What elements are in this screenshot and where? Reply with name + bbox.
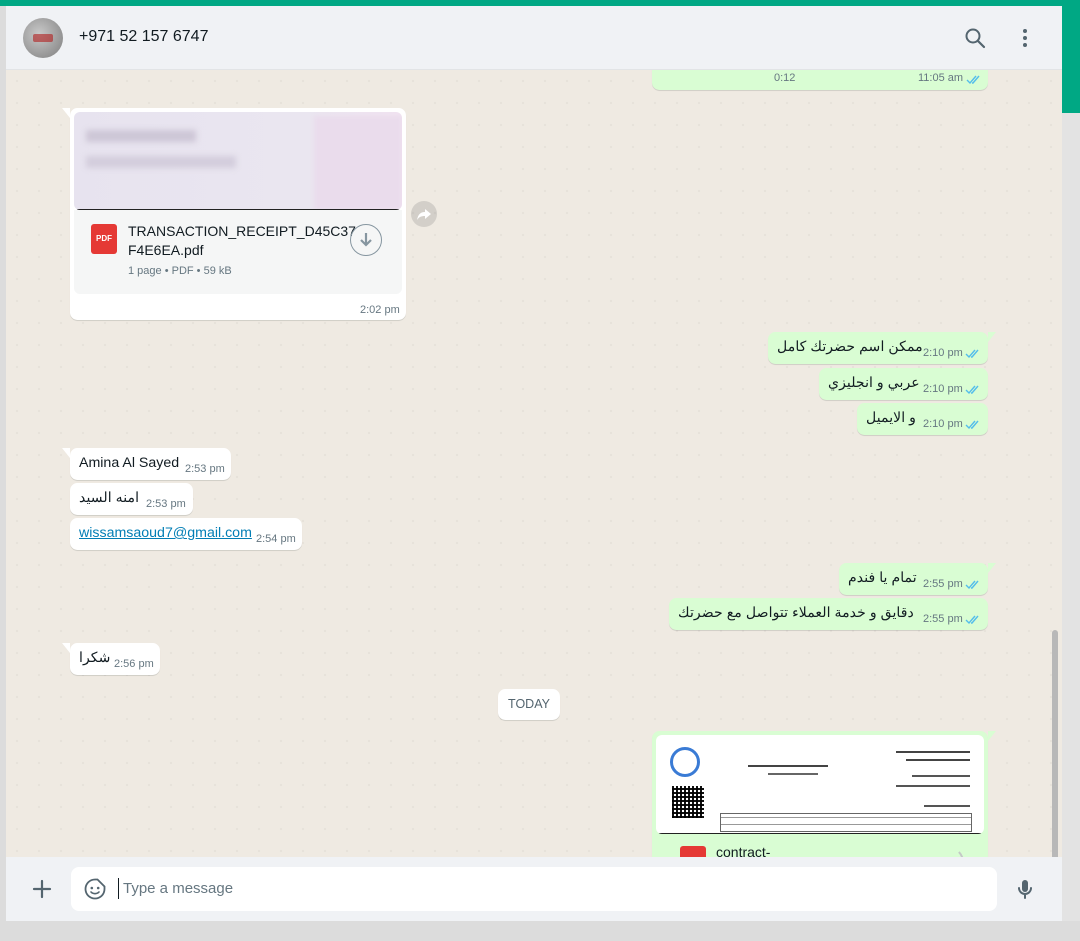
sticker-emoji-icon[interactable]: [83, 877, 107, 901]
plus-icon[interactable]: [30, 877, 54, 901]
bubble-tail: [988, 563, 996, 573]
blurred-block: [314, 116, 402, 210]
doc-line: [748, 765, 828, 767]
chat-header: +971 52 157 6747: [6, 6, 1062, 70]
kebab-menu-icon[interactable]: [1013, 26, 1037, 50]
scrollbar[interactable]: [1052, 630, 1058, 857]
message-time: 2:10 pm: [923, 383, 963, 395]
email-link[interactable]: wissamsaoud7@gmail.com: [79, 525, 252, 541]
message-time: 2:53 pm: [185, 463, 225, 475]
doc-line: [924, 805, 970, 807]
avatar[interactable]: [23, 18, 63, 58]
incoming-message[interactable]: Amina Al Sayed 2:53 pm: [62, 448, 231, 480]
incoming-message[interactable]: امنه السيد 2:53 pm: [70, 483, 193, 515]
message-time: 2:54 pm: [256, 533, 296, 545]
divider: [656, 833, 984, 834]
blurred-text: [86, 130, 196, 142]
message-text: و الايميل: [866, 410, 917, 426]
document-info[interactable]: PDF TRANSACTION_RECEIPT_D45C37 F4E6EA.pd…: [74, 210, 402, 294]
bubble-tail: [988, 731, 996, 741]
forward-icon[interactable]: [411, 201, 437, 227]
search-icon[interactable]: [963, 26, 987, 50]
read-ticks-icon: [965, 615, 979, 625]
message-placeholder: Type a message: [123, 880, 234, 897]
document-message-bubble[interactable]: PDF TRANSACTION_RECEIPT_D45C37 F4E6EA.pd…: [62, 108, 406, 320]
doc-line: [896, 785, 970, 787]
incoming-message[interactable]: wissamsaoud7@gmail.com 2:54 pm: [70, 518, 302, 550]
doc-line: [906, 759, 970, 761]
doc-line: [912, 775, 970, 777]
right-accent-bar: [1062, 6, 1080, 113]
contact-name[interactable]: +971 52 157 6747: [79, 28, 208, 46]
message-text: Amina Al Sayed: [79, 455, 180, 471]
outgoing-message[interactable]: دقايق و خدمة العملاء تتواصل مع حضرتك 2:5…: [669, 598, 988, 630]
message-text: امنه السيد: [79, 490, 140, 506]
message-list[interactable]: 0:12 11:05 am PDF TRANSACTION_RECEIPT_D4…: [6, 70, 1062, 857]
doc-line: [768, 773, 818, 775]
message-text: شكرا: [79, 650, 111, 666]
message-time: 2:10 pm: [923, 418, 963, 430]
doc-line: [896, 751, 970, 753]
file-meta: 1 page • PDF • 59 kB: [128, 265, 232, 277]
blurred-text: [86, 156, 236, 168]
upload-progress-spinner: [934, 847, 964, 857]
bubble-tail: [988, 332, 996, 342]
company-logo: [670, 747, 700, 777]
message-time: 2:55 pm: [923, 613, 963, 625]
outgoing-message[interactable]: و الايميل 2:10 pm: [857, 403, 988, 435]
bubble-tail: [62, 448, 70, 458]
microphone-icon[interactable]: [1013, 877, 1037, 901]
message-text: تمام يا فندم: [848, 570, 917, 586]
bubble-tail: [62, 108, 70, 118]
document-thumbnail[interactable]: [74, 112, 402, 210]
voice-message-bubble[interactable]: 0:12 11:05 am: [652, 70, 988, 90]
document-thumbnail[interactable]: [656, 735, 984, 834]
voice-duration: 0:12: [774, 72, 796, 84]
message-time: 2:56 pm: [114, 658, 154, 670]
pdf-icon: PDF: [680, 846, 706, 857]
read-ticks-icon: [965, 580, 979, 590]
file-name: contract-: [716, 844, 771, 857]
read-ticks-icon: [966, 75, 980, 85]
incoming-message[interactable]: شكرا 2:56 pm: [62, 643, 160, 675]
read-ticks-icon: [965, 349, 979, 359]
qr-code-image: [672, 786, 704, 818]
message-text: دقايق و خدمة العملاء تتواصل مع حضرتك: [678, 605, 914, 621]
read-ticks-icon: [965, 385, 979, 395]
pdf-icon: PDF: [91, 224, 117, 254]
message-time: 2:53 pm: [146, 498, 186, 510]
message-time: 2:55 pm: [923, 578, 963, 590]
read-ticks-icon: [965, 420, 979, 430]
message-time: 2:02 pm: [360, 304, 400, 316]
bubble-tail: [62, 643, 70, 653]
composer: Type a message: [6, 857, 1062, 921]
doc-table: [720, 813, 972, 832]
date-divider: TODAY: [498, 689, 560, 720]
message-text: ممكن اسم حضرتك كامل: [777, 339, 923, 355]
download-icon[interactable]: [350, 224, 382, 256]
text-caret: [118, 878, 119, 899]
file-name: TRANSACTION_RECEIPT_D45C37: [128, 223, 356, 239]
document-message-bubble[interactable]: PDF contract-: [652, 731, 996, 857]
right-gutter: [1062, 113, 1080, 941]
outgoing-message[interactable]: عربي و انجليزي 2:10 pm: [819, 368, 988, 400]
message-input[interactable]: Type a message: [71, 867, 997, 911]
outgoing-message[interactable]: تمام يا فندم 2:55 pm: [839, 563, 996, 595]
chat-window: +971 52 157 6747 0:12 11:05 am PDF TRANS…: [6, 6, 1062, 921]
message-time: 2:10 pm: [923, 347, 963, 359]
outgoing-message[interactable]: ممكن اسم حضرتك كامل 2:10 pm: [768, 332, 996, 364]
file-name-cont: F4E6EA.pdf: [128, 242, 204, 258]
message-text: عربي و انجليزي: [828, 375, 920, 391]
message-time: 11:05 am: [918, 72, 964, 84]
bottom-gutter: [0, 921, 1080, 941]
